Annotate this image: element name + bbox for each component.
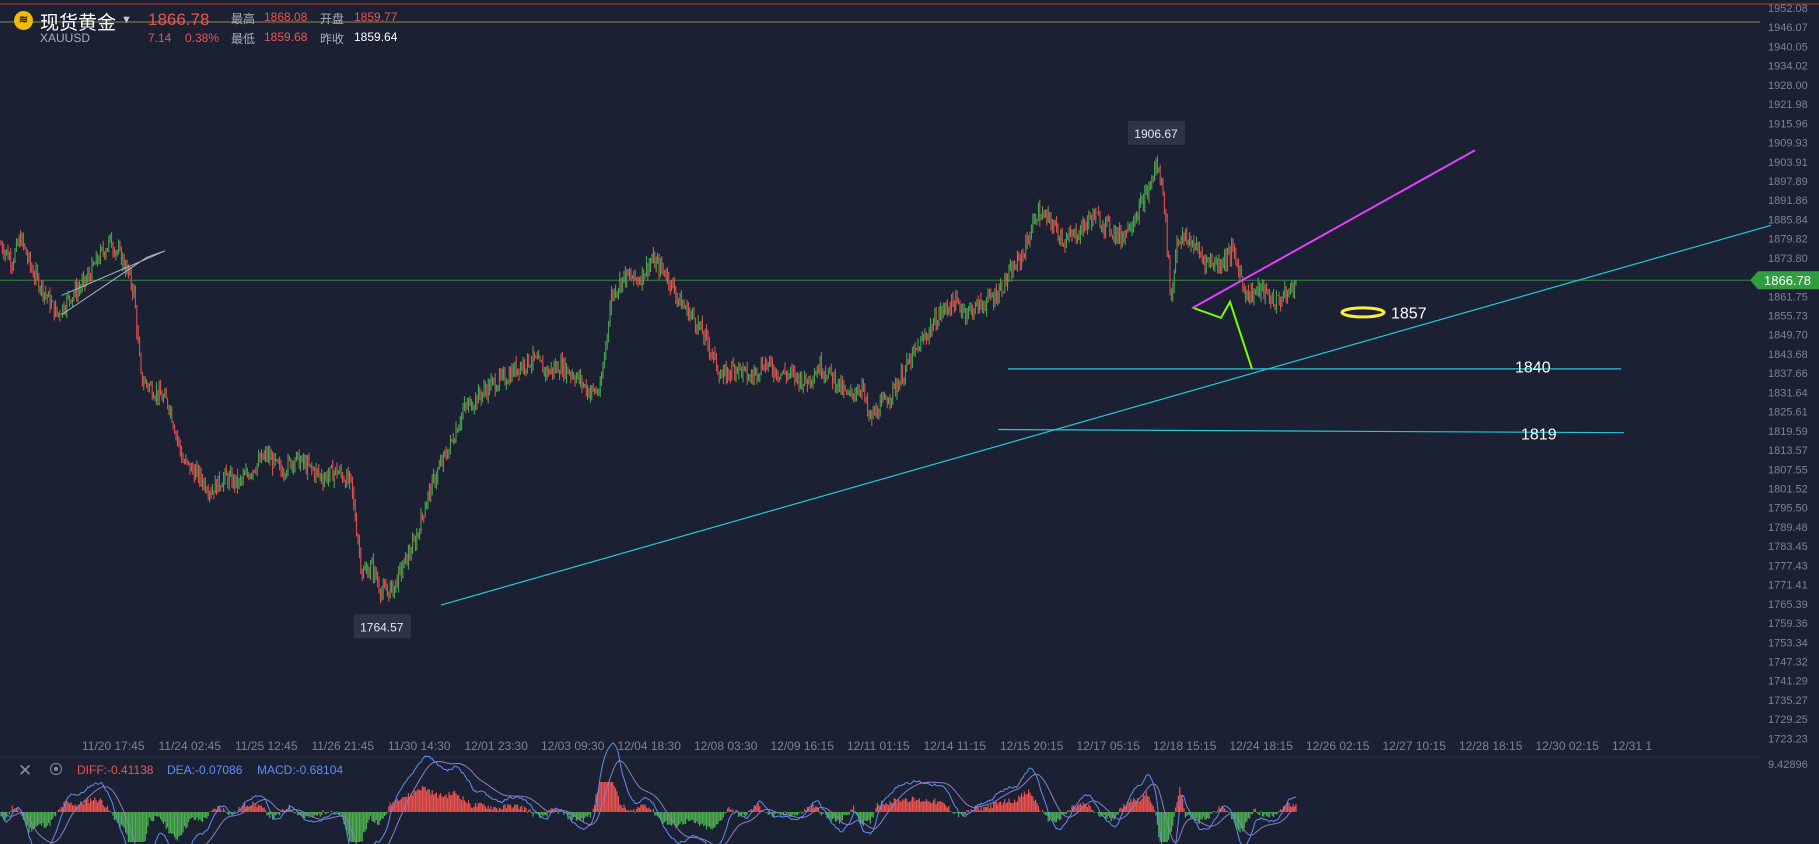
price-change: 7.14: [148, 31, 172, 45]
current-price-badge-label: 1866.78: [1764, 273, 1811, 288]
macd-dea-value: -0.07086: [195, 763, 243, 777]
y-tick-label: 1801.52: [1768, 484, 1808, 496]
low-label: 最低: [231, 32, 256, 46]
y-tick-label: 1813.57: [1768, 445, 1808, 457]
open-value: 1859.77: [354, 10, 398, 24]
y-tick-label: 1729.25: [1768, 714, 1808, 726]
y-tick-label: 1753.34: [1768, 637, 1808, 649]
x-tick-label: 11/30 14:30: [388, 739, 451, 753]
x-tick-label: 12/15 20:15: [1000, 739, 1064, 753]
y-tick-label: 1885.84: [1768, 214, 1808, 226]
y-tick-label: 1825.61: [1768, 407, 1808, 419]
y-tick-label: 1819.59: [1768, 426, 1808, 438]
x-tick-label: 12/03 09:30: [541, 739, 605, 753]
open-label: 开盘: [320, 12, 345, 26]
macd-diff-value: -0.41138: [107, 763, 154, 777]
chart-canvas[interactable]: 1952.08 1946.07 1940.05 1934.02 1928.00 1921.…: [0, 0, 1819, 844]
bullish-projection-line: [1191, 149, 1476, 310]
y-tick-label: 1723.23: [1768, 733, 1808, 745]
x-tick-label: 12/17 05:15: [1077, 739, 1141, 753]
x-tick-label: 11/24 02:45: [159, 739, 222, 753]
x-tick-label: 12/31 1: [1612, 739, 1652, 753]
x-tick-label: 11/20 17:45: [82, 739, 145, 753]
x-tick-label: 12/26 02:15: [1306, 739, 1370, 753]
x-tick-label: 12/11 01:15: [847, 739, 910, 753]
x-tick-label: 12/28 18:15: [1459, 739, 1523, 753]
macd-label: MACD:-0.68104: [257, 763, 344, 777]
high-label: 最高: [231, 12, 256, 26]
macd-scale-label: 9.42896: [1768, 759, 1808, 771]
x-tick-label: 12/30 02:15: [1536, 739, 1600, 753]
y-tick-label: 1807.55: [1768, 464, 1808, 476]
wedge-drawing: [61, 250, 166, 316]
y-tick-label: 1909.93: [1768, 138, 1808, 150]
y-tick-label: 1735.27: [1768, 695, 1808, 707]
annotation-1857: 1857: [1391, 305, 1427, 322]
x-tick-label: 12/09 16:15: [771, 739, 835, 753]
instrument-symbol: XAUUSD: [40, 31, 91, 45]
y-tick-label: 1873.80: [1768, 253, 1808, 265]
y-tick-label: 1741.29: [1768, 676, 1808, 688]
macd-diff-line: [0, 742, 1297, 844]
y-tick-label: 1771.41: [1768, 580, 1808, 592]
x-tick-label: 12/18 15:15: [1153, 739, 1217, 753]
y-tick-label: 1837.66: [1768, 368, 1808, 380]
high-marker-label: 1906.67: [1134, 127, 1178, 141]
y-tick-label: 1789.48: [1768, 522, 1808, 534]
x-tick-label: 12/24 18:15: [1230, 739, 1294, 753]
y-tick-label: 1843.68: [1768, 349, 1808, 361]
x-tick-label: 11/25 12:45: [235, 739, 298, 753]
x-tick-label: 12/14 11:15: [924, 739, 987, 753]
y-tick-label: 1946.07: [1768, 22, 1808, 34]
macd-dea-label: DEA:-0.07086: [167, 763, 243, 777]
y-tick-label: 1915.96: [1768, 118, 1808, 130]
prev-close-label: 昨收: [320, 32, 345, 46]
low-marker-label: 1764.57: [360, 620, 404, 634]
y-tick-label: 1765.39: [1768, 599, 1808, 611]
y-tick-label: 1879.82: [1768, 234, 1808, 246]
y-tick-label: 1934.02: [1768, 61, 1808, 73]
y-tick-label: 1783.45: [1768, 541, 1808, 553]
y-tick-label: 1855.73: [1768, 311, 1808, 323]
y-tick-label: 1940.05: [1768, 41, 1808, 53]
price-change-pct: 0.38%: [185, 31, 220, 45]
x-tick-label: 12/27 10:15: [1383, 739, 1447, 753]
prev-close-value: 1859.64: [354, 30, 398, 44]
x-tick-label: 12/04 18:30: [618, 739, 682, 753]
y-tick-label: 1777.43: [1768, 560, 1808, 572]
annotation-1819: 1819: [1521, 427, 1557, 444]
last-price: 1866.78: [148, 10, 210, 29]
close-icon[interactable]: ✕: [18, 761, 32, 781]
y-tick-label: 1891.86: [1768, 195, 1808, 207]
annotation-1840: 1840: [1515, 360, 1551, 377]
instrument-header: ≋ 现货黄金 ▼ XAUUSD 1866.78 7.14 0.38% 最高 18…: [0, 0, 1760, 46]
y-tick-label: 1861.75: [1768, 291, 1808, 303]
support-marker: [1340, 306, 1386, 319]
y-tick-label: 1795.50: [1768, 503, 1808, 515]
y-tick-label: 1849.70: [1768, 330, 1808, 342]
x-tick-label: 11/26 21:45: [312, 739, 375, 753]
gear-icon[interactable]: [50, 763, 62, 775]
low-value: 1859.68: [264, 30, 308, 44]
macd-value: -0.68104: [295, 763, 344, 777]
y-tick-label: 1903.91: [1768, 157, 1808, 169]
chevron-down-icon[interactable]: ▼: [121, 14, 132, 26]
y-tick-label: 1921.98: [1768, 99, 1808, 111]
y-tick-label: 1831.64: [1768, 387, 1808, 399]
bearish-projection-line: [1193, 299, 1253, 370]
y-tick-label: 1952.08: [1768, 3, 1808, 15]
macd-diff-label: DIFF:-0.41138: [77, 763, 154, 777]
y-tick-label: 1759.36: [1768, 618, 1808, 630]
y-tick-label: 1897.89: [1768, 176, 1808, 188]
x-tick-label: 12/08 03:30: [694, 739, 758, 753]
x-tick-label: 12/01 23:30: [465, 739, 529, 753]
y-tick-label: 1747.32: [1768, 656, 1808, 668]
high-value: 1868.08: [264, 10, 308, 24]
gold-coin-icon: ≋: [14, 11, 33, 30]
y-tick-label: 1928.00: [1768, 80, 1808, 92]
